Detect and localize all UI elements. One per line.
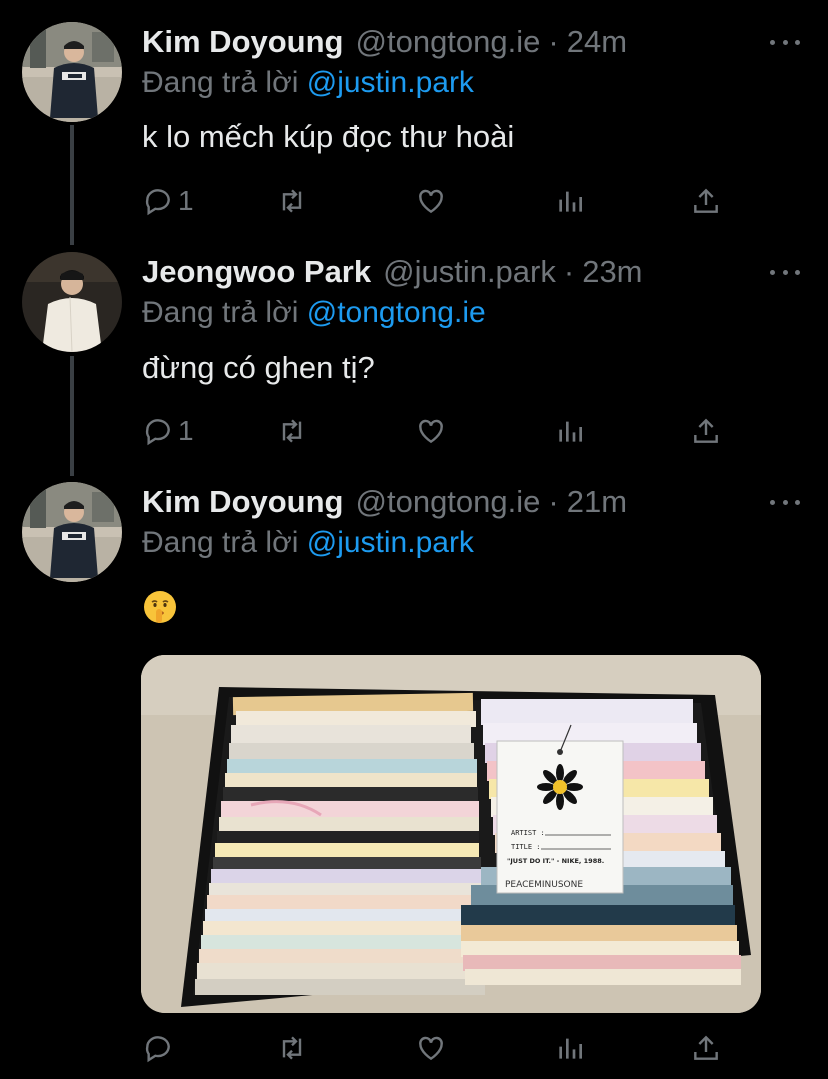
conversation-thread: Kim Doyoung @tongtong.ie · 24m Đang trả …: [0, 0, 828, 1079]
like-button[interactable]: [415, 181, 447, 221]
share-icon: [690, 415, 722, 447]
retweet-button[interactable]: [276, 411, 308, 451]
action-bar: 1: [142, 181, 742, 221]
timestamp[interactable]: 24m: [567, 24, 627, 60]
views-button[interactable]: [554, 181, 586, 221]
peaceminusone-tag: ARTIST : TITLE : "JUST DO IT." - NIKE, 1…: [496, 724, 624, 894]
retweet-icon: [276, 185, 308, 217]
display-name[interactable]: Jeongwoo Park: [142, 254, 371, 290]
tweet-photo[interactable]: ARTIST : TITLE : "JUST DO IT." - NIKE, 1…: [141, 655, 761, 1013]
mention-link[interactable]: @justin.park: [307, 66, 474, 99]
tag-quote: "JUST DO IT." - NIKE, 1988.: [507, 857, 604, 865]
envelope-stack-left: [195, 692, 485, 995]
tag-title-label: TITLE :: [511, 843, 541, 851]
separator: ·: [548, 24, 559, 59]
analytics-icon: [554, 1032, 586, 1064]
tweet-header: Kim Doyoung @tongtong.ie · 24m: [142, 22, 758, 62]
views-button[interactable]: [554, 411, 586, 451]
replying-to: Đang trả lời @tongtong.ie: [142, 296, 486, 330]
timestamp[interactable]: 21m: [567, 484, 627, 520]
more-icon[interactable]: [770, 262, 800, 282]
reply-count: 1: [178, 185, 194, 216]
reply-count: 1: [178, 415, 194, 446]
avatar[interactable]: [22, 22, 122, 122]
separator: ·: [563, 254, 575, 289]
user-handle[interactable]: @tongtong.ie: [356, 484, 541, 520]
retweet-icon: [276, 1032, 308, 1064]
like-button[interactable]: [415, 411, 447, 451]
more-icon[interactable]: [770, 32, 800, 52]
tweet-text: k lo mếch kúp đọc thư hoài: [142, 119, 515, 154]
like-button[interactable]: [415, 1028, 447, 1068]
more-icon[interactable]: [770, 492, 800, 512]
display-name[interactable]: Kim Doyoung: [142, 24, 344, 60]
action-bar: [142, 1028, 742, 1068]
user-handle[interactable]: @justin.park: [383, 254, 556, 290]
share-icon: [690, 1032, 722, 1064]
replying-to-label: Đang trả lời: [142, 66, 299, 99]
tweet-header: Jeongwoo Park @justin.park · 23m: [142, 252, 758, 292]
timestamp[interactable]: 23m: [582, 254, 642, 290]
tweet[interactable]: Kim Doyoung @tongtong.ie · 24m Đang trả …: [0, 0, 828, 240]
tweet-text: đừng có ghen tị?: [142, 350, 375, 385]
heart-icon: [415, 415, 447, 447]
reply-button[interactable]: 1: [142, 411, 194, 451]
mention-link[interactable]: @justin.park: [307, 526, 474, 559]
separator: ·: [548, 484, 559, 519]
retweet-button[interactable]: [276, 1028, 308, 1068]
tag-artist-label: ARTIST :: [511, 829, 545, 837]
shushing-face-emoji: [142, 589, 178, 625]
retweet-icon: [276, 415, 308, 447]
tweet[interactable]: Kim Doyoung @tongtong.ie · 21m Đang trả …: [0, 470, 828, 1079]
share-button[interactable]: [690, 1028, 722, 1068]
avatar[interactable]: [22, 252, 122, 352]
reply-icon: [142, 185, 174, 217]
heart-icon: [415, 1032, 447, 1064]
heart-icon: [415, 185, 447, 217]
analytics-icon: [554, 185, 586, 217]
share-button[interactable]: [690, 181, 722, 221]
replying-to: Đang trả lời @justin.park: [142, 526, 474, 560]
user-handle[interactable]: @tongtong.ie: [356, 24, 541, 60]
avatar[interactable]: [22, 482, 122, 582]
views-button[interactable]: [554, 1028, 586, 1068]
reply-button[interactable]: [142, 1028, 174, 1068]
replying-to: Đang trả lời @justin.park: [142, 66, 474, 100]
replying-to-label: Đang trả lời: [142, 296, 299, 329]
tweet[interactable]: Jeongwoo Park @justin.park · 23m Đang tr…: [0, 240, 828, 470]
display-name[interactable]: Kim Doyoung: [142, 484, 344, 520]
tag-brand: PEACEMINUSONE: [505, 880, 583, 890]
tweet-header: Kim Doyoung @tongtong.ie · 21m: [142, 482, 758, 522]
reply-icon: [142, 1032, 174, 1064]
analytics-icon: [554, 415, 586, 447]
mention-link[interactable]: @tongtong.ie: [307, 296, 486, 329]
reply-icon: [142, 415, 174, 447]
action-bar: 1: [142, 411, 742, 451]
reply-button[interactable]: 1: [142, 181, 194, 221]
retweet-button[interactable]: [276, 181, 308, 221]
replying-to-label: Đang trả lời: [142, 526, 299, 559]
share-button[interactable]: [690, 411, 722, 451]
share-icon: [690, 185, 722, 217]
